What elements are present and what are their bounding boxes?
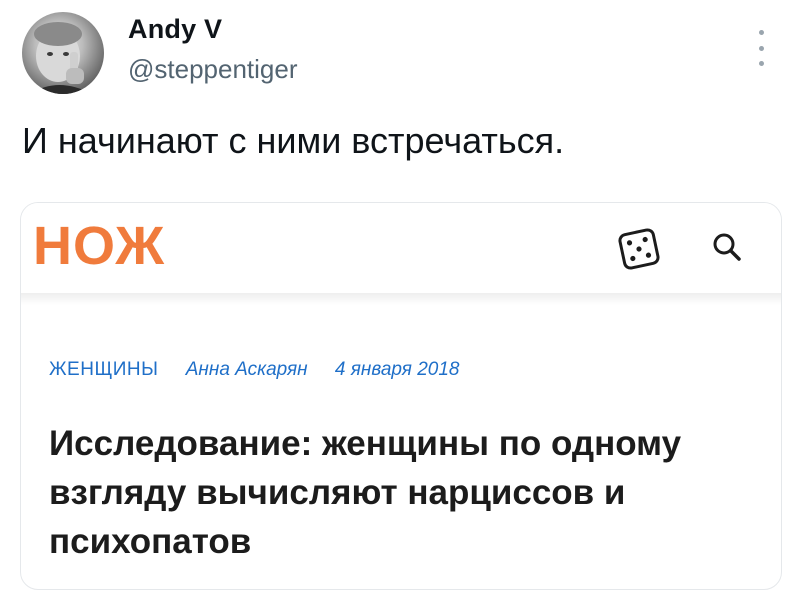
dice-icon[interactable]: [617, 227, 661, 271]
more-options-icon[interactable]: [756, 30, 766, 66]
author-name[interactable]: Andy V: [128, 14, 222, 45]
link-preview-card[interactable]: НОЖ ЖЕНЩИНЫ Анна Аскарян 4 января 2018 И…: [20, 202, 782, 590]
author-handle[interactable]: @steppentiger: [128, 54, 298, 85]
site-logo[interactable]: НОЖ: [33, 219, 165, 273]
article-author[interactable]: Анна Аскарян: [186, 359, 308, 381]
article-category[interactable]: ЖЕНЩИНЫ: [49, 359, 158, 381]
article-meta: ЖЕНЩИНЫ Анна Аскарян 4 января 2018: [49, 359, 459, 381]
article-date: 4 января 2018: [334, 359, 460, 380]
tweet-text: И начинают с ними встречаться.: [22, 120, 565, 161]
site-header: НОЖ: [21, 203, 781, 293]
avatar-image: [30, 22, 92, 94]
header-divider: [21, 293, 781, 305]
article-headline[interactable]: Исследование: женщины по одному взгляду …: [49, 419, 769, 566]
avatar[interactable]: [22, 12, 104, 94]
search-icon[interactable]: [711, 231, 743, 263]
